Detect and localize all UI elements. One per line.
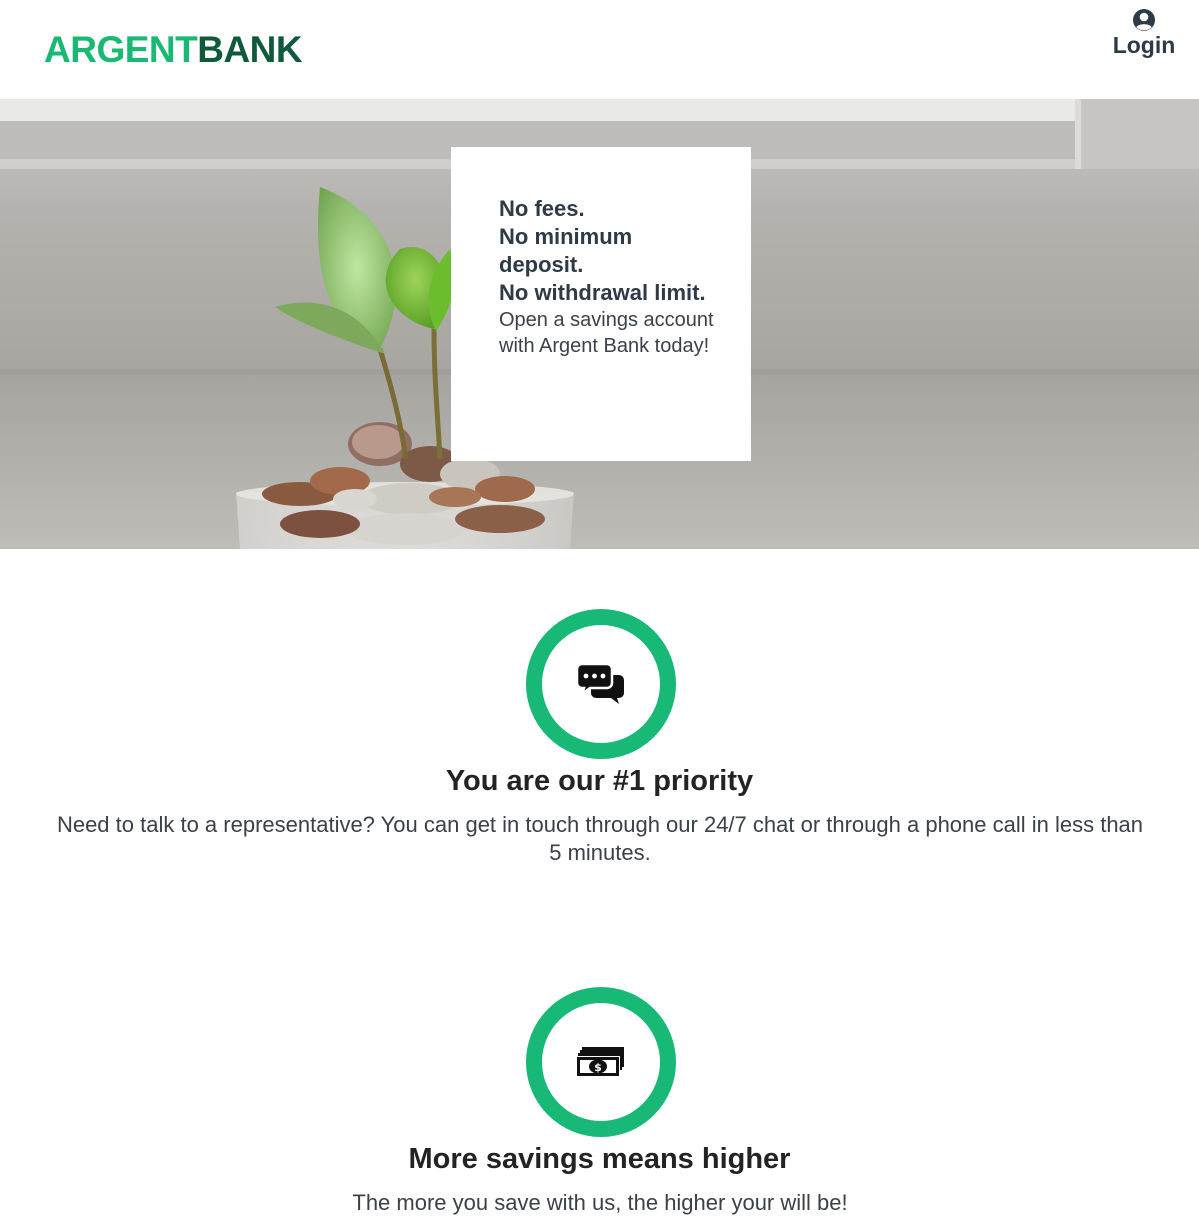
feature-icon-ring bbox=[526, 609, 676, 759]
feature-title: You are our #1 priority bbox=[445, 765, 754, 797]
feature-text: The more you save with us, the higher yo… bbox=[352, 1190, 848, 1215]
brand-logo[interactable]: ARGENTBANK bbox=[44, 29, 303, 70]
site-header: ARGENTBANK Login bbox=[0, 0, 1199, 99]
feature-icon-ring: $ bbox=[526, 987, 676, 1137]
hero-banner: No fees. No minimum deposit. No withdraw… bbox=[0, 99, 1199, 549]
feature-title: More savings means higher bbox=[408, 1143, 791, 1175]
login-label: Login bbox=[1112, 32, 1176, 58]
brand-name-part1: ARGENT bbox=[44, 29, 198, 70]
feature-text: Need to talk to a representative? You ca… bbox=[56, 812, 1144, 865]
user-circle-icon bbox=[1133, 9, 1155, 31]
chat-bubbles-icon bbox=[577, 663, 624, 704]
login-link[interactable]: Login bbox=[1106, 8, 1182, 68]
svg-text:$: $ bbox=[594, 1061, 602, 1074]
promo-line-no-withdrawal-limit: No withdrawal limit. bbox=[499, 280, 706, 305]
promo-line-no-fees: No fees. bbox=[499, 196, 585, 221]
promo-line-no-minimum-deposit: No minimum deposit. bbox=[499, 224, 633, 277]
promo-card: No fees. No minimum deposit. No withdraw… bbox=[451, 147, 751, 461]
money-bills-icon: $ bbox=[576, 1047, 624, 1077]
promo-text: Open a savings account with Argent Bank … bbox=[499, 309, 714, 357]
brand-name-part2: BANK bbox=[197, 29, 303, 70]
